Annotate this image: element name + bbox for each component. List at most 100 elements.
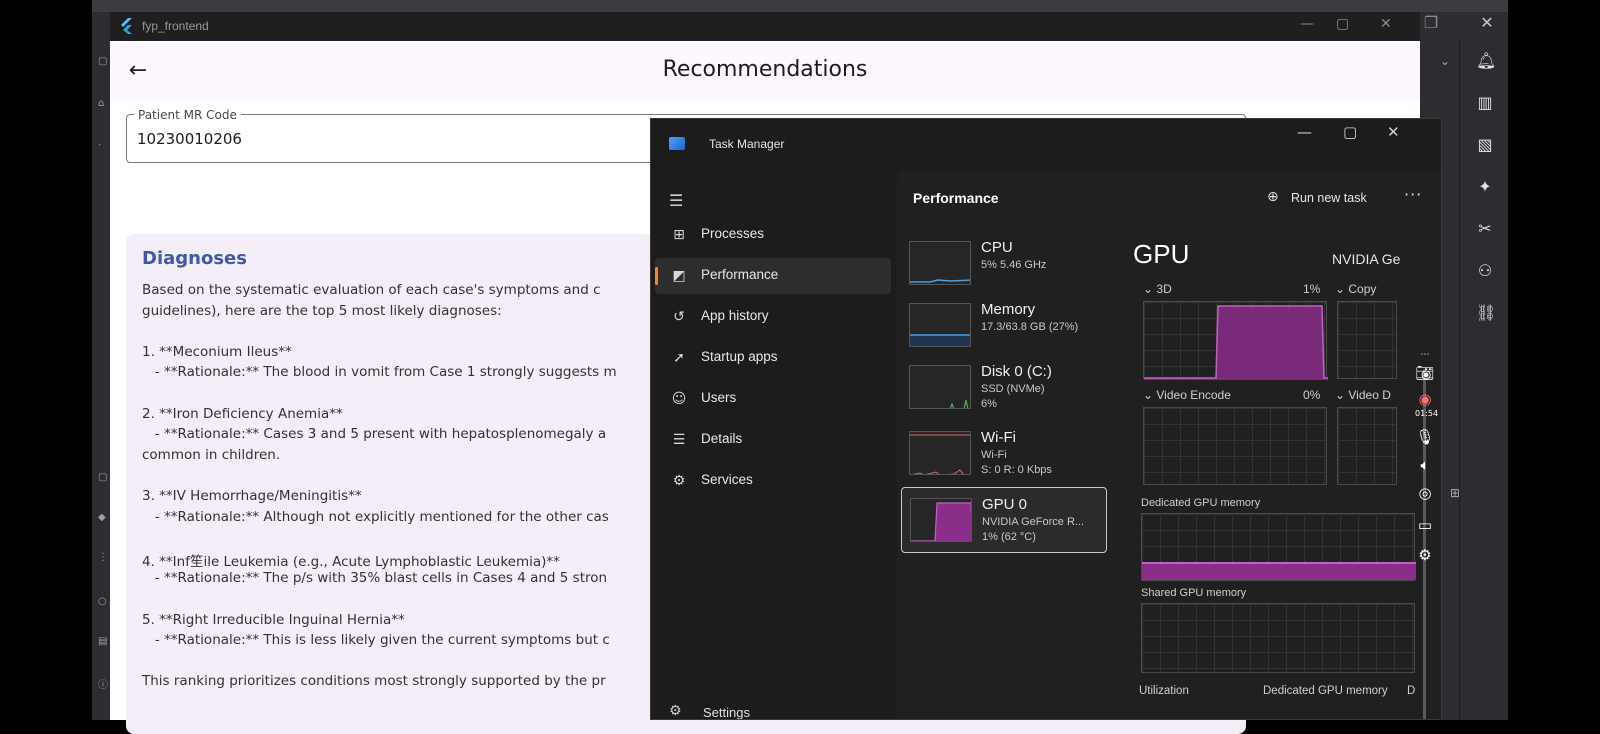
notifications-icon[interactable]: 🔔︎ <box>1476 52 1496 70</box>
circle-icon[interactable]: ○ <box>98 596 108 608</box>
settings-label[interactable]: Settings <box>703 705 750 719</box>
shared-memory-graph <box>1141 603 1415 673</box>
diagnoses-line: 2. **Iron Deficiency Anemia** <box>142 405 343 422</box>
sparkle-icon[interactable]: ✦ <box>1476 178 1494 196</box>
gpu-heading: GPU <box>1133 239 1190 269</box>
app-bar: Recommendations ← <box>110 41 1420 101</box>
resource-thumbnail-graph <box>910 498 972 542</box>
engine-3d-dropdown[interactable]: ⌄ 3D <box>1143 282 1172 296</box>
back-arrow-icon[interactable]: ← <box>126 59 150 83</box>
nav-item-label: Users <box>701 390 737 405</box>
link-icon[interactable]: ⛓ <box>1476 304 1496 322</box>
terminal-icon[interactable]: ▤ <box>98 636 108 648</box>
git-icon[interactable]: ◆ <box>98 512 108 524</box>
resource-gpu-0[interactable]: GPU 0 NVIDIA GeForce R... 1% (62 °C) <box>901 487 1107 553</box>
video-encode-dropdown[interactable]: ⌄ Video Encode <box>1143 388 1231 402</box>
nav-item-performance[interactable]: ◩ Performance <box>655 258 891 294</box>
resource-cpu[interactable]: CPU 5% 5.46 GHz <box>901 231 1107 297</box>
screenshot-camera-icon[interactable]: 📷︎ <box>1415 363 1435 383</box>
footer-dedicated-label: Dedicated GPU memory <box>1263 685 1388 697</box>
nav-item-app-history[interactable]: ↺ App history <box>655 299 891 335</box>
structure-icon[interactable]: ▢ <box>98 56 108 68</box>
resource-disk-0-c[interactable]: Disk 0 (C:) SSD (NVMe) 6% <box>901 355 1107 421</box>
resource-detail: NVIDIA GeForce R... <box>982 516 1085 528</box>
performance-icon: ◩ <box>672 268 686 284</box>
diagnoses-line: 3. **IV Hemorrhage/Meningitis** <box>142 488 362 504</box>
services-icon: ⚙ <box>672 473 686 489</box>
webcam-icon[interactable]: ◎ <box>1415 483 1435 503</box>
gpu-3d-graph <box>1143 301 1328 380</box>
chevron-down-icon[interactable]: ⌄ <box>1436 52 1454 70</box>
tools-icon[interactable]: ✂ <box>1476 220 1494 238</box>
close-icon[interactable]: ✕ <box>1380 16 1392 32</box>
minimize-icon[interactable]: — <box>1300 16 1314 32</box>
diagnoses-line: - **Rationale:** Cases 3 and 5 present w… <box>142 426 607 443</box>
database-icon[interactable]: ▥ <box>1476 94 1494 112</box>
resource-wi-fi[interactable]: Wi-Fi Wi-Fi S: 0 R: 0 Kbps <box>901 421 1107 487</box>
processes-icon: ⊞ <box>673 227 685 243</box>
app-titlebar: fyp_frontend — ▢ ✕ <box>110 12 1420 41</box>
clipboard-icon[interactable]: ▧ <box>1476 136 1494 154</box>
diagnoses-line: 4. **Inf笙ile Leukemia (e.g., Acute Lymph… <box>142 553 560 570</box>
nav-item-details[interactable]: ☰ Details <box>655 422 891 458</box>
mr-code-label: Patient MR Code <box>134 108 241 122</box>
resource-thumbnail-graph <box>909 241 971 285</box>
video-encode-label: Video Encode <box>1156 388 1231 402</box>
engine-copy-label: Copy <box>1348 282 1377 296</box>
problems-icon[interactable]: ⓘ <box>98 676 108 691</box>
gpu-model-name: NVIDIA Ge <box>1332 251 1401 267</box>
nav-item-startup-apps[interactable]: ➚ Startup apps <box>655 340 891 376</box>
nav-item-users[interactable]: ☺ Users <box>655 381 891 417</box>
app-window-title: fyp_frontend <box>142 19 209 33</box>
gpu-copy-graph <box>1337 301 1397 379</box>
diagnoses-line: This ranking prioritizes conditions most… <box>142 673 606 690</box>
mr-code-input[interactable]: 10230010206 <box>137 130 242 148</box>
maximize-icon[interactable]: ▢ <box>1336 16 1349 32</box>
video-decode-dropdown[interactable]: ⌄ Video D <box>1335 388 1391 402</box>
nav-item-label: Details <box>701 431 743 446</box>
nav-item-label: Services <box>701 472 753 487</box>
recorder-time: 01:54 <box>1415 409 1439 418</box>
nav-item-label: Performance <box>701 267 779 282</box>
panel-icon[interactable]: ⊞ <box>1446 484 1464 502</box>
dedicated-memory-label: Dedicated GPU memory <box>1141 497 1261 509</box>
settings-gear-icon[interactable]: ⚙ <box>669 703 682 719</box>
project-icon[interactable]: ⌂ <box>98 98 108 110</box>
nav-item-processes[interactable]: ⊞ Processes <box>655 217 891 253</box>
diagnoses-line: - **Rationale:** The blood in vomit from… <box>142 364 617 381</box>
device-icon[interactable]: ⚇ <box>1476 262 1494 280</box>
window-capture-icon[interactable]: ▭ <box>1415 515 1435 535</box>
resource-memory[interactable]: Memory 17.3/63.8 GB (27%) <box>901 293 1107 359</box>
nav-selection-indicator <box>655 267 658 285</box>
diagnoses-line: common in children. <box>142 446 281 463</box>
resource-name: GPU 0 <box>982 496 1028 513</box>
run-new-task-button[interactable]: ⊕ Run new task <box>1267 185 1397 213</box>
tm-maximize-icon[interactable]: ▢ <box>1343 123 1357 141</box>
resource-name: CPU <box>981 239 1013 256</box>
task-manager-title: Task Manager <box>709 137 785 151</box>
host-titlebar <box>92 0 1508 12</box>
resource-name: Wi-Fi <box>981 429 1016 446</box>
dots-icon[interactable]: ⋮ <box>98 552 108 564</box>
footer-utilization-label: Utilization <box>1139 685 1189 697</box>
details-icon: ☰ <box>672 432 686 448</box>
host-close-icon[interactable]: ✕ <box>1478 14 1496 32</box>
record-icon[interactable]: ◉ <box>1415 389 1435 409</box>
video-encode-graph <box>1143 407 1327 485</box>
tm-minimize-icon[interactable]: — <box>1297 123 1312 141</box>
tm-close-icon[interactable]: ✕ <box>1387 123 1400 141</box>
speaker-icon[interactable]: 🔈︎ <box>1415 455 1435 475</box>
recorder-more-icon[interactable]: ⋯ <box>1415 345 1435 365</box>
more-options-icon[interactable]: ··· <box>1404 185 1422 204</box>
recorder-settings-icon[interactable]: ⚙ <box>1415 545 1435 565</box>
layout-icon[interactable]: ▢ <box>98 472 108 484</box>
host-restore-icon[interactable]: ❐ <box>1422 14 1440 32</box>
hamburger-menu-icon[interactable]: ☰ <box>669 191 683 210</box>
video-encode-percent: 0% <box>1303 388 1321 402</box>
engine-copy-dropdown[interactable]: ⌄ Copy <box>1335 282 1376 296</box>
resource-detail: S: 0 R: 0 Kbps <box>981 464 1052 476</box>
nav-item-services[interactable]: ⚙ Services <box>655 463 891 499</box>
dedicated-memory-graph <box>1141 513 1416 581</box>
microphone-icon[interactable]: 🎙︎ <box>1415 427 1435 447</box>
nav-item-label: App history <box>701 308 769 323</box>
